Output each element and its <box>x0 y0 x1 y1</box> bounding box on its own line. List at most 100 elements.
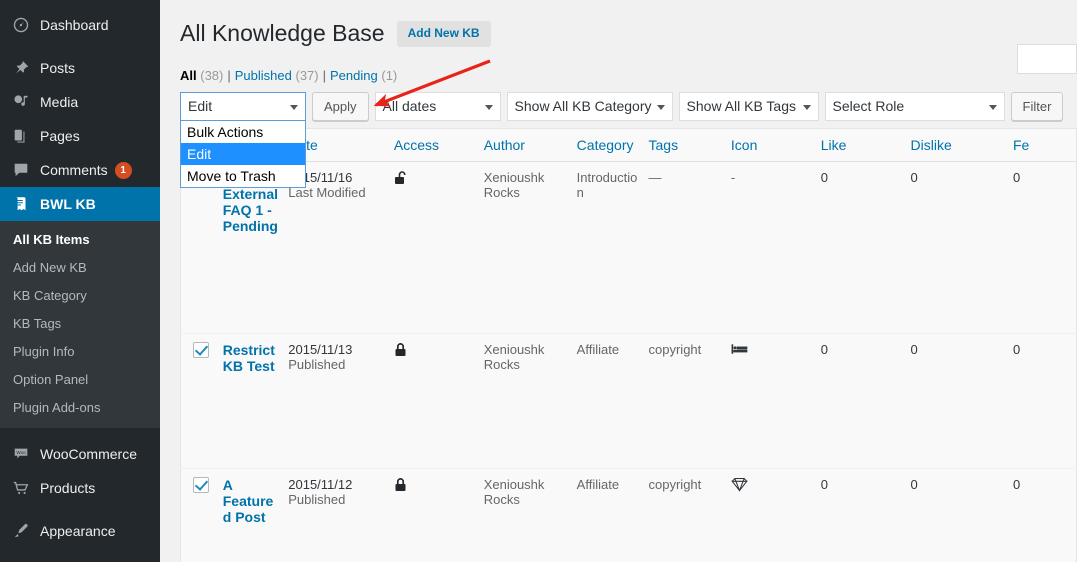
wordpress-admin-screen: Dashboard Posts Media Pages Comments 1 B… <box>0 0 1077 562</box>
row-dislike-count: 0 <box>910 342 918 357</box>
row-category-cell[interactable]: Introduction <box>576 161 649 334</box>
apply-button[interactable]: Apply <box>312 92 369 121</box>
row-dislike-count: 0 <box>910 170 918 185</box>
bulk-actions-select[interactable]: Edit <box>180 92 306 121</box>
sidebar-item-dashboard[interactable]: Dashboard <box>0 8 160 42</box>
row-access-cell <box>393 333 484 469</box>
kb-category-filter-select[interactable]: Show All KB Category <box>506 92 673 121</box>
row-featured-cell: 0 <box>1013 161 1077 334</box>
column-header-dislike[interactable]: Dislike <box>910 128 1013 162</box>
filter-button[interactable]: Filter <box>1010 92 1064 121</box>
search-box[interactable] <box>1017 44 1077 74</box>
woocommerce-icon: Woo <box>11 444 31 464</box>
row-featured-count: 0 <box>1013 170 1021 185</box>
column-header-like[interactable]: Like <box>820 128 911 162</box>
role-filter-selected-label: Select Role <box>832 98 905 114</box>
filter-link-pending-item: Pending (1) <box>330 68 397 83</box>
submenu-item-plugin-info[interactable]: Plugin Info <box>0 338 160 366</box>
row-featured-count: 0 <box>1013 342 1021 357</box>
status-filter-links: All (38) | Published (37) | Pending (1) <box>180 66 1077 86</box>
row-tags: copyright <box>648 342 702 357</box>
row-featured-count: 0 <box>1013 477 1021 492</box>
bulk-actions-dropdown-list[interactable]: Bulk Actions Edit Move to Trash <box>180 121 306 188</box>
column-header-tags[interactable]: Tags <box>648 128 731 162</box>
comments-count-badge: 1 <box>114 161 132 179</box>
submenu-item-kb-category[interactable]: KB Category <box>0 282 160 310</box>
row-access-cell <box>393 468 484 562</box>
row-dislike-count: 0 <box>910 477 918 492</box>
bulk-option-bulk-actions[interactable]: Bulk Actions <box>181 121 305 143</box>
bulk-option-move-to-trash[interactable]: Move to Trash <box>181 165 305 187</box>
column-header-icon[interactable]: Icon <box>730 128 821 162</box>
filter-link-all[interactable]: All <box>180 68 197 83</box>
row-category-cell[interactable]: Affiliate <box>576 333 649 469</box>
column-header-featured[interactable]: Fe <box>1013 128 1077 162</box>
sidebar-submenu-bwl-kb: All KB Items Add New KB KB Category KB T… <box>0 221 160 428</box>
row-checkbox-cell[interactable] <box>180 468 223 562</box>
book-icon <box>11 194 31 214</box>
row-tags-cell[interactable]: copyright <box>648 468 731 562</box>
sidebar-item-label: Products <box>40 480 96 496</box>
page-title: All Knowledge Base <box>180 20 385 46</box>
date-filter-select[interactable]: All dates <box>374 92 501 121</box>
table-row[interactable]: A Featured Post 2015/11/12 Published Xen… <box>180 468 1077 562</box>
row-title-link[interactable]: A Featured Post <box>223 477 274 525</box>
row-author: Xenioushk Rocks <box>483 170 545 200</box>
role-filter-select[interactable]: Select Role <box>824 92 1005 121</box>
date-filter-selected-label: All dates <box>382 98 437 114</box>
row-like-cell: 0 <box>820 333 911 469</box>
svg-text:Woo: Woo <box>16 450 26 455</box>
table-row[interactable]: Restrict KB Test 2015/11/13 Published Xe… <box>180 333 1077 469</box>
sidebar-menu-top: Dashboard Posts Media Pages Comments 1 B… <box>0 0 160 548</box>
row-date: 2015/11/13 <box>288 342 353 357</box>
kb-tags-filter-select[interactable]: Show All KB Tags <box>678 92 819 121</box>
submenu-item-option-panel[interactable]: Option Panel <box>0 366 160 394</box>
sidebar-item-comments[interactable]: Comments 1 <box>0 153 160 187</box>
submenu-item-kb-tags[interactable]: KB Tags <box>0 310 160 338</box>
submenu-item-add-new-kb[interactable]: Add New KB <box>0 254 160 282</box>
row-date-status: Published <box>288 492 346 507</box>
row-title-cell[interactable]: Restrict KB Test <box>222 333 289 469</box>
sidebar-item-posts[interactable]: Posts <box>0 51 160 85</box>
sidebar-item-products[interactable]: Products <box>0 471 160 505</box>
sidebar-item-bwl-kb[interactable]: BWL KB <box>0 187 160 221</box>
row-tags-cell[interactable]: copyright <box>648 333 731 469</box>
sidebar-item-pages[interactable]: Pages <box>0 119 160 153</box>
filter-link-published-item: Published (37) | <box>235 68 330 83</box>
chevron-down-icon <box>802 104 811 110</box>
column-header-author[interactable]: Author <box>483 128 577 162</box>
sidebar-item-label: Media <box>40 94 79 110</box>
media-icon <box>11 92 31 112</box>
row-author-cell[interactable]: Xenioushk Rocks <box>483 161 577 334</box>
sidebar-item-woocommerce[interactable]: Woo WooCommerce <box>0 437 160 471</box>
table-row[interactable]: Test External FAQ 1 - Pending 2015/11/16… <box>180 161 1077 334</box>
bulk-option-edit[interactable]: Edit <box>181 143 305 165</box>
row-category-cell[interactable]: Affiliate <box>576 468 649 562</box>
column-header-access[interactable]: Access <box>393 128 484 162</box>
row-like-cell: 0 <box>820 161 911 334</box>
row-checkbox-cell[interactable] <box>180 333 223 469</box>
submenu-item-plugin-add-ons[interactable]: Plugin Add-ons <box>0 394 160 422</box>
row-author-cell[interactable]: Xenioushk Rocks <box>483 333 577 469</box>
dashboard-icon <box>11 15 31 35</box>
row-checkbox[interactable] <box>193 477 209 493</box>
chevron-down-icon <box>484 104 493 110</box>
row-dislike-cell: 0 <box>910 161 1013 334</box>
search-input[interactable] <box>1018 45 1076 73</box>
row-title-cell[interactable]: A Featured Post <box>222 468 289 562</box>
table-navigation-top: Edit Bulk Actions Edit Move to Trash App… <box>180 92 1077 188</box>
row-icon-cell <box>730 333 821 469</box>
row-checkbox[interactable] <box>193 342 209 358</box>
filter-link-published[interactable]: Published <box>235 68 292 83</box>
submenu-item-all-kb-items[interactable]: All KB Items <box>0 226 160 254</box>
sidebar-item-label: Posts <box>40 60 76 76</box>
column-header-category[interactable]: Category <box>576 128 649 162</box>
filter-count-published: (37) <box>295 68 319 83</box>
filter-link-pending[interactable]: Pending <box>330 68 378 83</box>
sidebar-item-appearance[interactable]: Appearance <box>0 514 160 548</box>
add-new-kb-button[interactable]: Add New KB <box>396 21 491 47</box>
row-icon-placeholder: - <box>730 170 736 185</box>
sidebar-item-media[interactable]: Media <box>0 85 160 119</box>
row-author-cell[interactable]: Xenioushk Rocks <box>483 468 577 562</box>
row-title-link[interactable]: Restrict KB Test <box>223 342 275 374</box>
